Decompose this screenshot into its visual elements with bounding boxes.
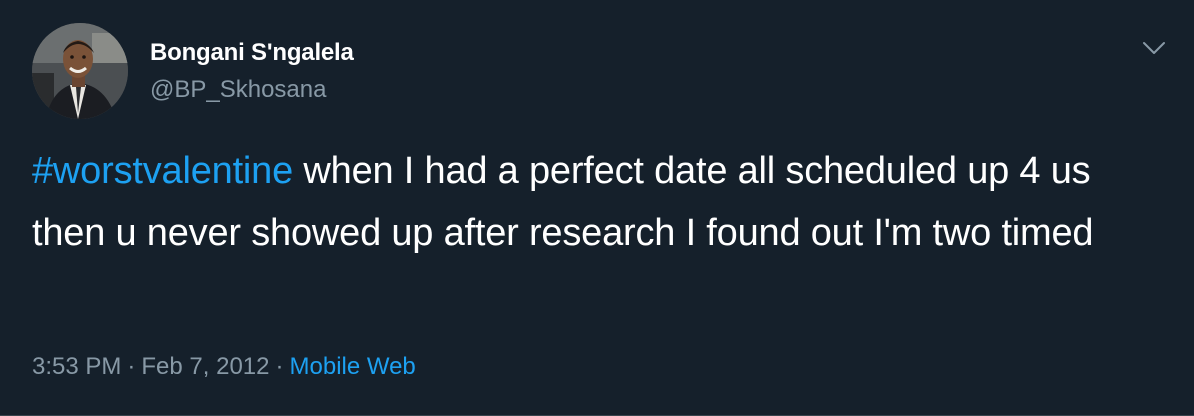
tweet-source-link[interactable]: Mobile Web: [290, 353, 416, 380]
meta-separator: ·: [275, 353, 284, 380]
author-info: Bongani S'ngalela @BP_Skhosana: [150, 38, 354, 105]
author-avatar[interactable]: [32, 23, 128, 119]
author-display-name[interactable]: Bongani S'ngalela: [150, 38, 354, 68]
tweet-time[interactable]: 3:53 PM: [32, 353, 121, 380]
tweet-meta: 3:53 PM · Feb 7, 2012 · Mobile Web: [32, 352, 416, 382]
author-handle[interactable]: @BP_Skhosana: [150, 75, 354, 105]
chevron-down-icon: [1143, 42, 1165, 54]
tweet-card: Bongani S'ngalela @BP_Skhosana #worstval…: [0, 0, 1194, 416]
hashtag-link[interactable]: #worstvalentine: [32, 150, 293, 192]
meta-separator: ·: [127, 353, 136, 380]
tweet-text: #worstvalentine when I had a perfect dat…: [32, 140, 1152, 264]
more-options-button[interactable]: [1141, 38, 1167, 58]
avatar-photo: [32, 23, 128, 119]
tweet-date[interactable]: Feb 7, 2012: [141, 353, 269, 380]
